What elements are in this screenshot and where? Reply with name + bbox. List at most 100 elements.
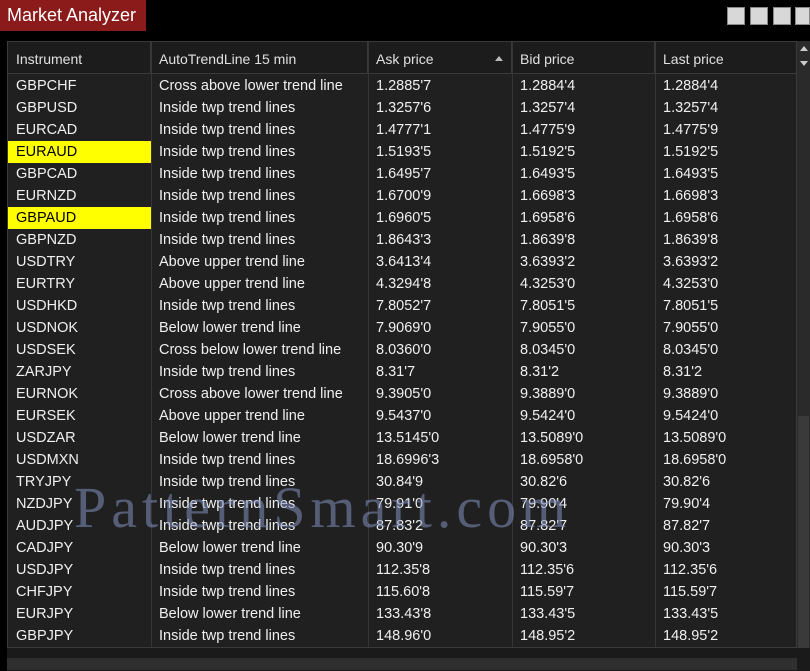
table-row[interactable]: USDSEK Cross below lower trend line 8.0360… — [8, 339, 796, 361]
table-row[interactable]: USDNOK Below lower trend line 7.9069'0 7.90… — [8, 317, 796, 339]
instrument-cell: GBPJPY — [16, 628, 74, 644]
ask-price-cell: 115.60'8 — [376, 584, 431, 600]
bid-price-cell: 1.6698'3 — [520, 188, 576, 204]
autotrendline-cell: Cross above lower trend line — [159, 386, 343, 402]
instrument-cell: USDTRY — [16, 254, 76, 270]
ask-price-cell: 1.8643'3 — [376, 232, 432, 248]
autotrendline-cell: Inside twp trend lines — [159, 628, 296, 644]
instrument-cell: AUDJPY — [16, 518, 74, 534]
bid-price-cell: 3.6393'2 — [520, 254, 576, 270]
last-price-cell: 115.59'7 — [663, 584, 718, 600]
column-header-instrument[interactable]: Instrument — [8, 42, 151, 74]
last-price-cell: 79.90'4 — [663, 496, 711, 512]
instrument-cell: USDMXN — [16, 452, 79, 468]
close-button[interactable] — [795, 7, 810, 25]
autotrendline-cell: Below lower trend line — [159, 540, 301, 556]
table-row[interactable]: ZARJPY Inside twp trend lines 8.31'7 8.31'2… — [8, 361, 796, 383]
table-row[interactable]: GBPNZD Inside twp trend lines 1.8643'3 1.86… — [8, 229, 796, 251]
table-row[interactable]: USDHKD Inside twp trend lines 7.8052'7 7.80… — [8, 295, 796, 317]
table-row[interactable]: EURJPY Below lower trend line 133.43'8 133.… — [8, 603, 796, 625]
bid-price-cell: 1.6958'6 — [520, 210, 576, 226]
table-row[interactable]: EURNOK Cross above lower trend line 9.3905… — [8, 383, 796, 405]
table-row[interactable]: USDZAR Below lower trend line 13.5145'0 13.… — [8, 427, 796, 449]
scroll-thumb[interactable] — [798, 416, 809, 648]
table-row[interactable]: EURTRY Above upper trend line 4.3294'8 4.32… — [8, 273, 796, 295]
maximize-button[interactable] — [773, 7, 791, 25]
autotrendline-cell: Inside twp trend lines — [159, 232, 296, 248]
table-row[interactable]: EURNZD Inside twp trend lines 1.6700'9 1.66… — [8, 185, 796, 207]
table-row[interactable]: GBPJPY Inside twp trend lines 148.96'0 148.… — [8, 625, 796, 647]
instrument-cell: EURAUD — [8, 141, 151, 163]
last-price-cell: 13.5089'0 — [663, 430, 727, 446]
scroll-down-icon[interactable] — [797, 56, 810, 70]
instrument-cell: CHFJPY — [16, 584, 73, 600]
last-price-cell: 3.6393'2 — [663, 254, 719, 270]
scroll-up-icon[interactable] — [797, 41, 810, 55]
instrument-cell: EURNZD — [16, 188, 77, 204]
autotrendline-cell: Inside twp trend lines — [159, 210, 296, 226]
ask-price-cell: 112.35'8 — [376, 562, 431, 578]
autotrendline-cell: Cross above lower trend line — [159, 78, 343, 94]
ask-price-cell: 9.5437'0 — [376, 408, 432, 424]
column-header-row: Instrument AutoTrendLine 15 min Ask pric… — [8, 42, 796, 74]
ask-price-cell: 3.6413'4 — [376, 254, 432, 270]
bid-price-cell: 1.8639'8 — [520, 232, 576, 248]
instrument-cell: GBPCAD — [16, 166, 78, 182]
bid-price-cell: 7.9055'0 — [520, 320, 576, 336]
instrument-cell: EURNOK — [16, 386, 79, 402]
vertical-scrollbar[interactable] — [797, 41, 810, 648]
bid-price-cell: 9.3889'0 — [520, 386, 576, 402]
autotrendline-cell: Inside twp trend lines — [159, 518, 296, 534]
table-row[interactable]: TRYJPY Inside twp trend lines 30.84'9 30.82… — [8, 471, 796, 493]
instrument-cell: GBPUSD — [16, 100, 78, 116]
table-row[interactable]: CHFJPY Inside twp trend lines 115.60'8 115.… — [8, 581, 796, 603]
table-row[interactable]: USDTRY Above upper trend line 3.6413'4 3.63… — [8, 251, 796, 273]
table-row[interactable]: EURSEK Above upper trend line 9.5437'0 9.54… — [8, 405, 796, 427]
bid-price-cell: 30.82'6 — [520, 474, 568, 490]
autotrendline-cell: Cross below lower trend line — [159, 342, 342, 358]
bid-price-cell: 79.90'4 — [520, 496, 568, 512]
last-price-cell: 1.8639'8 — [663, 232, 719, 248]
last-price-cell: 7.8051'5 — [663, 298, 719, 314]
bid-price-cell: 8.0345'0 — [520, 342, 576, 358]
ask-price-cell: 87.83'2 — [376, 518, 424, 534]
restore-icon[interactable] — [727, 7, 745, 25]
ask-price-cell: 1.5193'5 — [376, 144, 432, 160]
last-price-cell: 87.82'7 — [663, 518, 711, 534]
ask-price-cell: 30.84'9 — [376, 474, 424, 490]
column-header-last-price[interactable]: Last price — [655, 42, 796, 74]
column-header-autotrendline[interactable]: AutoTrendLine 15 min — [151, 42, 368, 74]
title-bar: Market Analyzer — [0, 0, 810, 31]
autotrendline-cell: Below lower trend line — [159, 320, 301, 336]
autotrendline-cell: Below lower trend line — [159, 430, 301, 446]
table-row[interactable]: EURCAD Inside twp trend lines 1.4777'1 1.47… — [8, 119, 796, 141]
table-row[interactable]: AUDJPY Inside twp trend lines 87.83'2 87.82… — [8, 515, 796, 537]
table-row[interactable]: USDJPY Inside twp trend lines 112.35'8 112.… — [8, 559, 796, 581]
horizontal-scroll-thumb[interactable] — [7, 658, 797, 670]
column-header-bid-price[interactable]: Bid price — [512, 42, 655, 74]
instrument-cell: GBPAUD — [8, 207, 151, 229]
table-row[interactable]: GBPCHF Cross above lower trend line 1.2885… — [8, 75, 796, 97]
table-row[interactable]: NZDJPY Inside twp trend lines 79.91'0 79.90… — [8, 493, 796, 515]
window-title: Market Analyzer — [0, 0, 146, 31]
table-row[interactable]: GBPAUD Inside twp trend lines 1.6960'5 1.69… — [8, 207, 796, 229]
instrument-cell: ZARJPY — [16, 364, 72, 380]
instrument-cell: EURTRY — [16, 276, 76, 292]
last-price-cell: 18.6958'0 — [663, 452, 727, 468]
table-row[interactable]: EURAUD Inside twp trend lines 1.5193'5 1.51… — [8, 141, 796, 163]
table-row[interactable]: GBPUSD Inside twp trend lines 1.3257'6 1.32… — [8, 97, 796, 119]
ask-price-cell: 7.8052'7 — [376, 298, 432, 314]
ask-price-cell: 90.30'9 — [376, 540, 424, 556]
table-row[interactable]: GBPCAD Inside twp trend lines 1.6495'7 1.64… — [8, 163, 796, 185]
table-row[interactable]: CADJPY Below lower trend line 90.30'9 90.30… — [8, 537, 796, 559]
ask-price-cell: 9.3905'0 — [376, 386, 432, 402]
autotrendline-cell: Inside twp trend lines — [159, 474, 296, 490]
instrument-cell: EURSEK — [16, 408, 76, 424]
table-row[interactable]: USDMXN Inside twp trend lines 18.6996'3 18.… — [8, 449, 796, 471]
last-price-cell: 4.3253'0 — [663, 276, 719, 292]
column-header-ask-price[interactable]: Ask price — [368, 42, 512, 74]
minimize-button[interactable] — [750, 7, 768, 25]
bid-price-cell: 8.31'2 — [520, 364, 560, 380]
ask-price-cell: 1.6495'7 — [376, 166, 432, 182]
horizontal-scrollbar[interactable] — [7, 648, 810, 671]
